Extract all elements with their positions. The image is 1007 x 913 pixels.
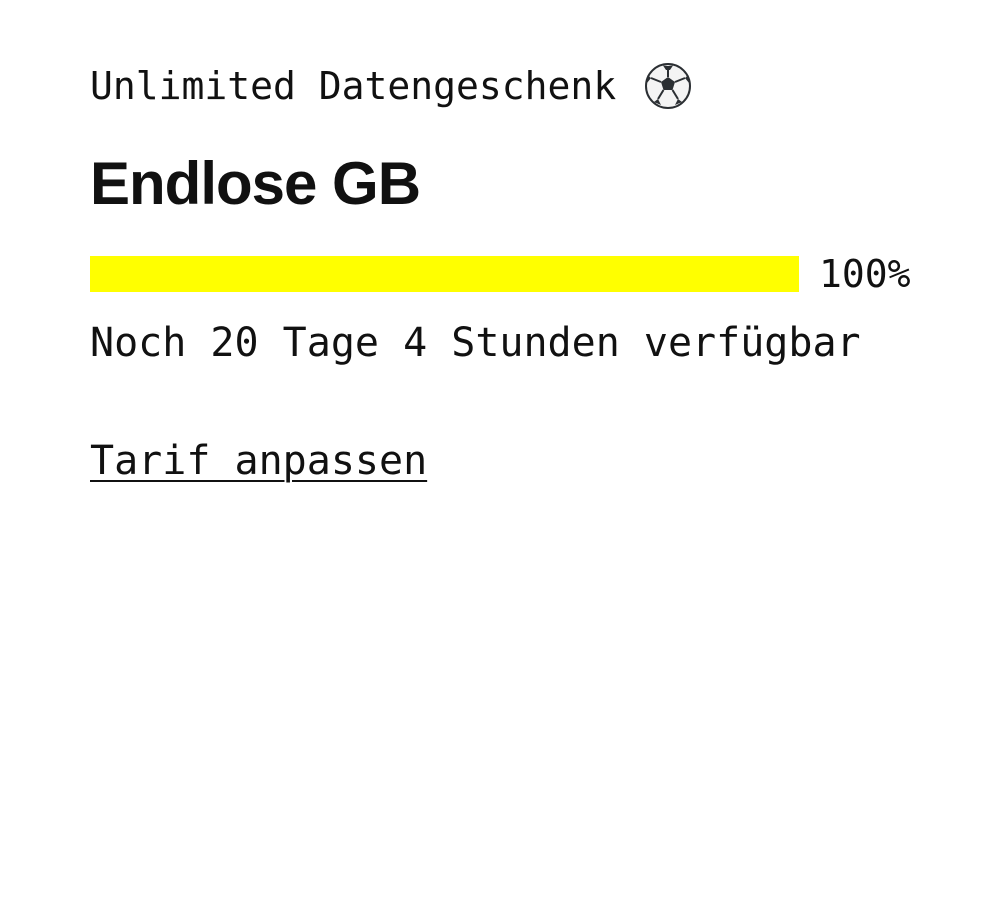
eyebrow-text: Unlimited Datengeschenk xyxy=(90,64,617,108)
plan-title: Endlose GB xyxy=(90,150,421,217)
adjust-tariff-link[interactable]: Tarif anpassen xyxy=(90,436,427,486)
progress-bar xyxy=(90,256,799,292)
progress-row: 100% xyxy=(90,252,970,296)
progress-bar-fill xyxy=(90,256,799,292)
remaining-time-text: Noch 20 Tage 4 Stunden verfügbar xyxy=(90,320,861,366)
soccer-ball-icon xyxy=(644,62,692,110)
progress-percentage: 100% xyxy=(819,252,911,296)
data-gift-card: Unlimited Datengeschenk Endlose GB 100% … xyxy=(90,58,970,486)
eyebrow-row: Unlimited Datengeschenk xyxy=(90,58,970,114)
